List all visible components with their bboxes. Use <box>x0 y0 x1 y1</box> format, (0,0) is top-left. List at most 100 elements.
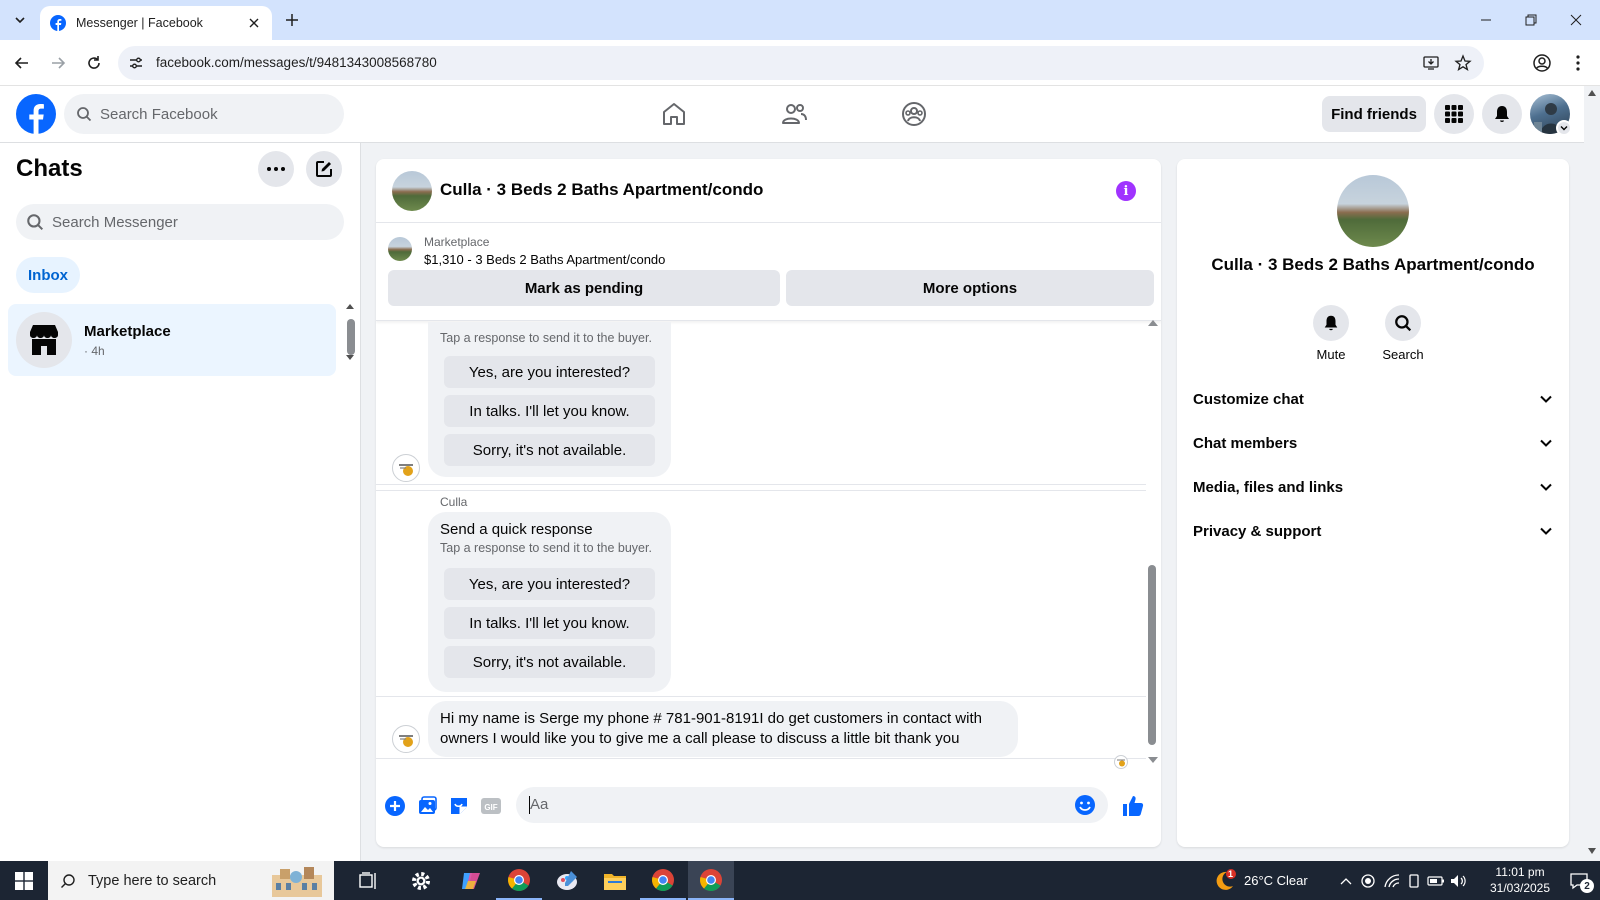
page-scroll-up-icon[interactable] <box>1588 90 1596 96</box>
quick-response-yes-button[interactable]: Yes, are you interested? <box>444 356 655 388</box>
restore-icon[interactable] <box>1519 8 1543 32</box>
bookmark-star-icon[interactable] <box>1454 54 1472 72</box>
thread-scroll-up-icon[interactable] <box>1148 320 1158 326</box>
new-tab-icon[interactable] <box>282 10 302 30</box>
conversation-item[interactable]: Marketplace · 4h <box>8 304 336 376</box>
chrome-app[interactable] <box>496 861 542 900</box>
tab-search-button[interactable] <box>8 8 32 32</box>
gear-icon <box>412 871 430 890</box>
list-scroll-up-icon[interactable] <box>346 304 354 309</box>
browser-menu-icon[interactable] <box>1566 51 1590 75</box>
sender-avatar[interactable] <box>392 725 420 753</box>
install-app-icon[interactable] <box>1422 54 1440 72</box>
palette-icon <box>557 870 577 890</box>
photo-icon[interactable] <box>416 795 438 817</box>
chat-members-section[interactable]: Chat members <box>1193 425 1553 461</box>
privacy-support-section[interactable]: Privacy & support <box>1193 513 1553 549</box>
thumbs-up-icon[interactable] <box>1121 794 1145 818</box>
list-scroll-down-icon[interactable] <box>346 355 354 360</box>
reload-icon[interactable] <box>82 51 106 75</box>
settings-app[interactable] <box>398 861 444 900</box>
conversation-title[interactable]: Culla · 3 Beds 2 Baths Apartment/condo <box>440 180 763 200</box>
search-in-chat-button[interactable]: Search <box>1373 305 1433 362</box>
thread-scroll-down-icon[interactable] <box>1148 757 1158 763</box>
paint-app[interactable] <box>544 861 590 900</box>
friends-icon[interactable] <box>780 100 808 128</box>
media-files-links-section[interactable]: Media, files and links <box>1193 469 1553 505</box>
chats-options-button[interactable] <box>258 151 294 187</box>
battery-icon[interactable] <box>1426 861 1446 900</box>
quick-response-in-talks-button[interactable]: In talks. I'll let you know. <box>444 395 655 427</box>
conversation-info-icon[interactable]: i <box>1116 181 1136 201</box>
grid-icon <box>1445 105 1463 123</box>
taskbar-search-input[interactable]: Type here to search <box>48 861 334 900</box>
taskbar-clock[interactable]: 11:01 pm 31/03/2025 <box>1476 864 1564 896</box>
notifications-button[interactable] <box>1482 94 1522 134</box>
mute-button[interactable]: Mute <box>1301 305 1361 362</box>
chevron-down-icon <box>1540 527 1552 535</box>
wifi-icon[interactable] <box>1382 861 1402 900</box>
quick-response-in-talks-button[interactable]: In talks. I'll let you know. <box>444 607 655 639</box>
menu-grid-button[interactable] <box>1434 94 1474 134</box>
address-bar[interactable]: facebook.com/messages/t/9481343008568780 <box>118 46 1484 80</box>
listing-large-avatar[interactable] <box>1337 175 1409 247</box>
facebook-search-placeholder: Search Facebook <box>100 105 218 123</box>
chat-info-panel: Culla · 3 Beds 2 Baths Apartment/condo M… <box>1177 159 1569 847</box>
more-options-button[interactable]: More options <box>786 270 1154 306</box>
seller-avatar[interactable] <box>392 454 420 482</box>
task-view-button[interactable] <box>346 861 392 900</box>
chrome-app-2[interactable] <box>640 861 686 900</box>
facebook-header: Search Facebook Find friends <box>0 86 1584 143</box>
listing-thumbnail[interactable] <box>392 171 432 211</box>
seller-logo-icon <box>396 458 416 478</box>
thread-scrollbar[interactable] <box>1148 565 1156 745</box>
tab-inbox[interactable]: Inbox <box>16 257 80 293</box>
site-settings-icon[interactable] <box>128 55 144 71</box>
conversation-time: · 4h <box>84 344 105 358</box>
chat-list-scrollbar[interactable] <box>347 319 355 355</box>
listing-small-thumbnail[interactable] <box>388 237 412 261</box>
back-icon[interactable] <box>10 51 34 75</box>
sticker-icon[interactable] <box>448 795 470 817</box>
plus-circle-icon[interactable] <box>384 795 406 817</box>
quick-response-not-available-button[interactable]: Sorry, it's not available. <box>444 434 655 466</box>
quick-response-yes-button[interactable]: Yes, are you interested? <box>444 568 655 600</box>
message-input[interactable]: Aa <box>516 787 1108 823</box>
copilot-app[interactable] <box>448 861 494 900</box>
messenger-search-input[interactable]: Search Messenger <box>16 204 344 240</box>
conversation-panel: Culla · 3 Beds 2 Baths Apartment/condo i… <box>376 159 1161 847</box>
browser-tab-messenger[interactable]: Messenger | Facebook <box>40 6 272 40</box>
volume-icon[interactable] <box>1448 861 1470 900</box>
weather-widget[interactable]: 1 26°C Clear <box>1212 861 1342 900</box>
record-icon[interactable] <box>1358 861 1378 900</box>
customize-chat-section[interactable]: Customize chat <box>1193 381 1553 417</box>
file-explorer-app[interactable] <box>592 861 638 900</box>
page-scroll-down-icon[interactable] <box>1588 848 1596 854</box>
start-button[interactable] <box>0 861 48 900</box>
facebook-search-input[interactable]: Search Facebook <box>64 94 344 134</box>
tray-chevron-up-icon[interactable] <box>1336 861 1356 900</box>
find-friends-button[interactable]: Find friends <box>1322 96 1426 132</box>
emoji-icon[interactable] <box>1074 794 1096 816</box>
chrome-app-active[interactable] <box>688 861 734 900</box>
groups-icon[interactable] <box>900 100 928 128</box>
incoming-message[interactable]: Hi my name is Serge my phone # 781-901-8… <box>428 701 1018 757</box>
account-chevron-icon[interactable] <box>1556 120 1572 136</box>
home-icon[interactable] <box>660 100 688 128</box>
minimize-icon[interactable] <box>1474 8 1498 32</box>
notification-center-button[interactable]: 2 <box>1562 861 1596 900</box>
quick-response-not-available-button[interactable]: Sorry, it's not available. <box>444 646 655 678</box>
facebook-logo-icon[interactable] <box>16 94 56 134</box>
gif-icon[interactable]: GIF <box>480 795 502 817</box>
new-message-button[interactable] <box>306 151 342 187</box>
search-icon <box>27 214 44 231</box>
profile-icon[interactable] <box>1530 51 1554 75</box>
tab-close-icon[interactable] <box>246 15 262 31</box>
listing-price-title[interactable]: $1,310 - 3 Beds 2 Baths Apartment/condo <box>424 252 665 267</box>
chevron-down-icon <box>1540 483 1552 491</box>
phone-link-icon[interactable] <box>1404 861 1424 900</box>
mark-as-pending-button[interactable]: Mark as pending <box>388 270 780 306</box>
search-icon <box>1395 315 1412 332</box>
forward-icon[interactable] <box>46 51 70 75</box>
close-window-icon[interactable] <box>1564 8 1588 32</box>
